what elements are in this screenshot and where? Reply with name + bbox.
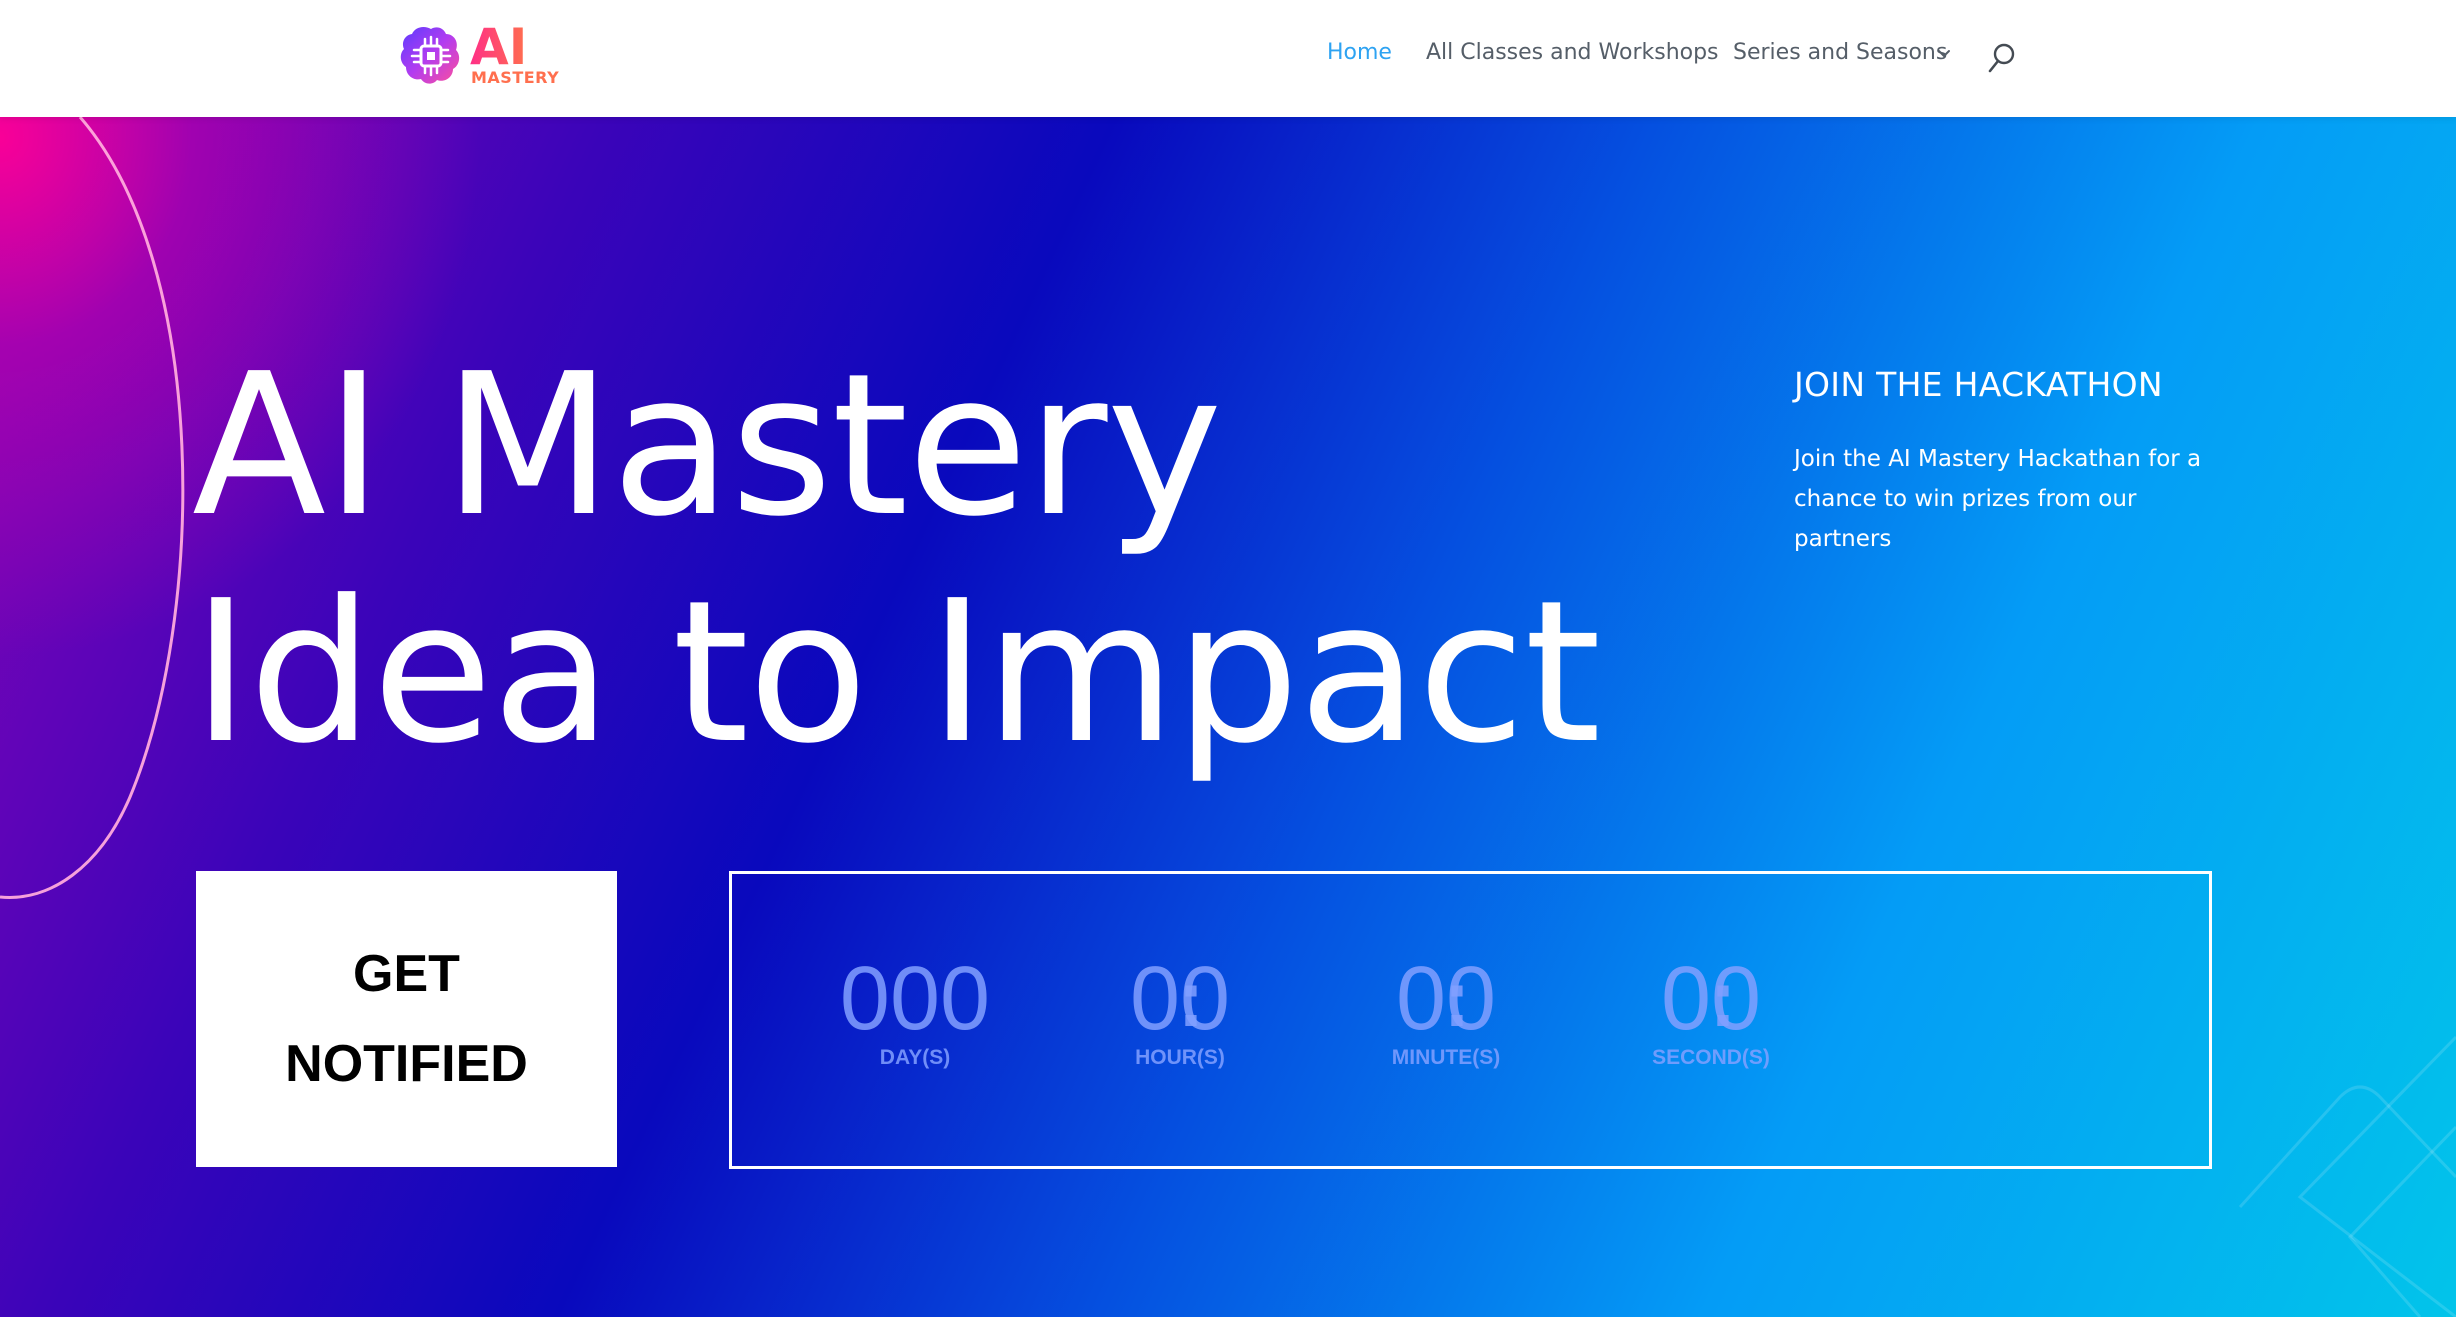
brain-chip-icon <box>400 26 460 84</box>
hero-title: AI Mastery Idea to Impact <box>192 332 1601 787</box>
search-icon[interactable] <box>1987 42 2017 74</box>
hackathon-heading: JOIN THE HACKATHON <box>1794 365 2163 404</box>
get-notified-button[interactable]: GET NOTIFIED <box>196 871 617 1167</box>
countdown-timer: 000 DAY(S) : 00 HOUR(S) : 00 MINUTE(S) :… <box>729 871 2212 1169</box>
countdown-label: SECOND(S) <box>1652 1046 1770 1069</box>
hackathon-description: Join the AI Mastery Hackathan for a chan… <box>1794 446 2202 552</box>
countdown-value: 000 <box>839 949 991 1049</box>
countdown-label: HOUR(S) <box>1135 1046 1225 1069</box>
logo-subtitle: MASTERY <box>471 68 560 87</box>
site-logo[interactable]: AI MASTERY <box>398 18 573 90</box>
nav-all-classes[interactable]: All Classes and Workshops <box>1426 40 1719 65</box>
site-header: AI MASTERY Home All Classes and Workshop… <box>0 0 2456 117</box>
chevron-down-icon[interactable] <box>1936 47 1952 61</box>
get-notified-line-2: NOTIFIED <box>285 1035 528 1093</box>
countdown-value: 00 <box>1129 949 1231 1049</box>
nav-series-seasons[interactable]: Series and Seasons <box>1733 40 1947 65</box>
hero-title-line-2: Idea to Impact <box>192 559 1601 787</box>
countdown-minutes: 00 MINUTE(S) <box>1326 954 1566 1070</box>
countdown-seconds: 00 SECOND(S) <box>1591 954 1831 1070</box>
hero-title-line-1: AI Mastery <box>192 332 1223 560</box>
countdown-days: 000 DAY(S) <box>795 954 1035 1070</box>
countdown-hours-block: 00 HOUR(S) <box>1060 954 1300 1070</box>
hero-section: AI Mastery Idea to Impact JOIN THE HACKA… <box>0 117 2456 1317</box>
countdown-value: 00 <box>1660 949 1762 1049</box>
countdown-label: DAY(S) <box>879 1046 951 1069</box>
get-notified-line-1: GET <box>353 945 460 1003</box>
countdown-value: 00 <box>1395 949 1497 1049</box>
nav-home[interactable]: Home <box>1327 40 1392 65</box>
countdown-label: MINUTE(S) <box>1391 1046 1501 1069</box>
